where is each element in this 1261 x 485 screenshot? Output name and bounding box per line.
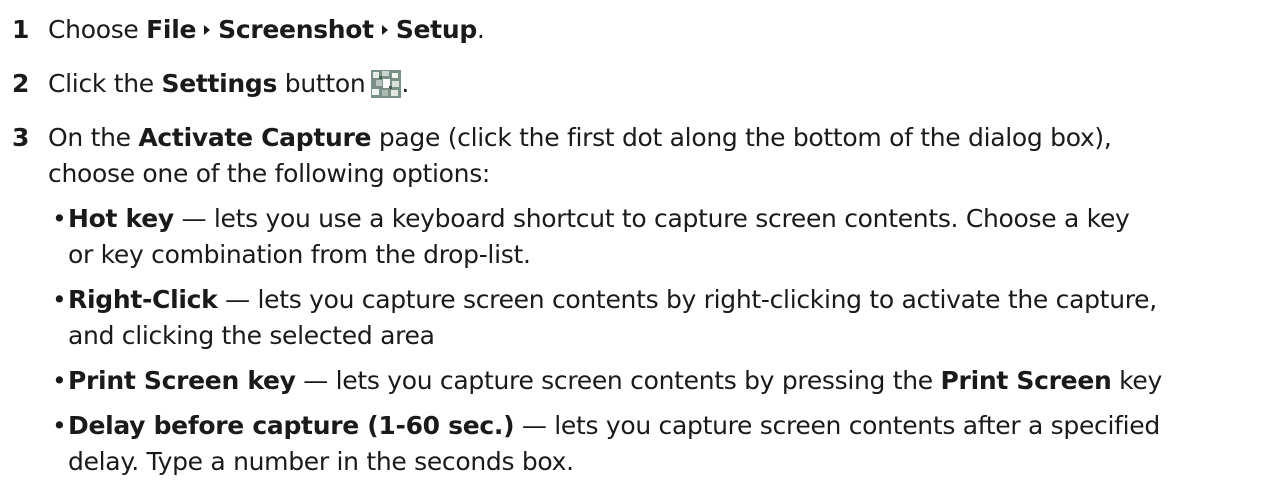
settings-label: Settings [161,69,278,98]
bullet-point: • [52,366,67,395]
submenu-arrow-icon [381,25,388,35]
menu-item-setup: Setup [395,15,477,44]
menu-item-screenshot: Screenshot [218,15,374,44]
option-description-continued: and clicking the selected area [68,321,435,350]
option-description: — lets you capture screen contents after… [514,411,1160,440]
step-number: 1 [12,15,30,44]
submenu-arrow-icon [204,25,211,35]
option-term: Print Screen key [68,366,296,395]
option-term: Delay before capture (1-60 sec.) [68,411,515,440]
option-description: — lets you capture screen contents by ri… [217,285,1157,314]
instruction-document: 1 Choose File Screenshot Setup. 2 Click th… [0,0,1261,485]
step-number: 3 [12,123,30,152]
step-text: Choose [48,15,147,44]
option-description-continued: delay. Type a number in the seconds box. [68,447,574,476]
option-term: Hot key [68,204,174,233]
step-text: Click the [48,69,162,98]
option-term: Right-Click [68,285,218,314]
option-description-continued: or key combination from the drop-list. [68,240,531,269]
bullet-point: • [52,285,67,314]
bullet-point: • [52,204,67,233]
step-number: 2 [12,69,30,98]
settings-icon [371,70,402,98]
print-screen-label: Print Screen [940,366,1112,395]
option-description: — lets you use a keyboard shortcut to ca… [173,204,1130,233]
option-description: — lets you capture screen contents by pr… [295,366,941,395]
step-text-continued: choose one of the following options: [48,159,491,188]
activate-capture-label: Activate Capture [138,123,372,152]
menu-item-file: File [146,15,197,44]
step-text: On the [48,123,139,152]
bullet-point: • [52,411,67,440]
